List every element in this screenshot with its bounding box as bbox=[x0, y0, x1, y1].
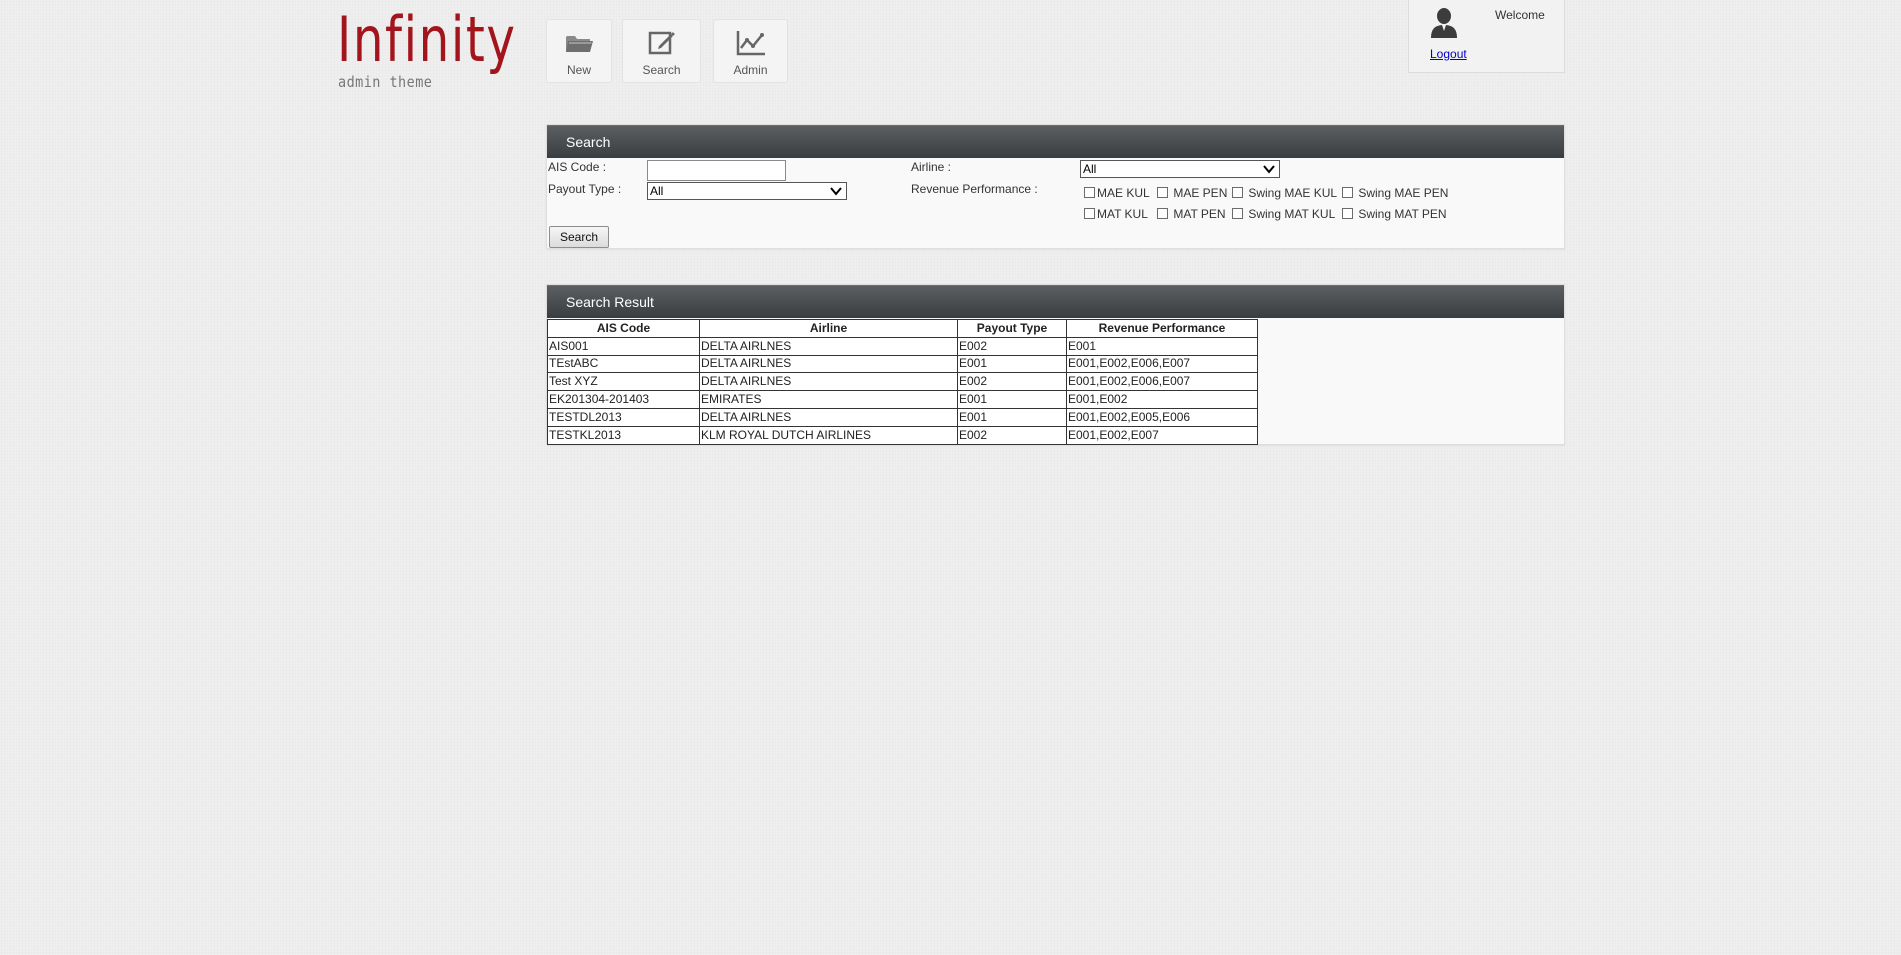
search-button[interactable]: Search bbox=[549, 226, 609, 248]
results-table: AIS Code Airline Payout Type Revenue Per… bbox=[547, 319, 1258, 445]
cell-airline: EMIRATES bbox=[699, 390, 958, 409]
checkbox-box[interactable] bbox=[1232, 187, 1243, 198]
checkbox-label: MAE KUL bbox=[1097, 186, 1150, 200]
cell-ais-code: TEstABC bbox=[547, 354, 700, 374]
cell-payout-type: E002 bbox=[957, 372, 1067, 392]
checkbox-label: Swing MAE PEN bbox=[1358, 186, 1449, 200]
nav-new-button[interactable]: New bbox=[546, 19, 612, 83]
revenue-performance-label: Revenue Performance : bbox=[911, 182, 1038, 196]
cell-revenue-performance: E001,E002,E007 bbox=[1066, 425, 1258, 445]
cell-airline: DELTA AIRLNES bbox=[699, 407, 958, 427]
cell-airline: DELTA AIRLNES bbox=[699, 336, 958, 356]
checkbox-label: Swing MAT PEN bbox=[1358, 207, 1447, 221]
column-header-airline[interactable]: Airline bbox=[699, 319, 958, 338]
checkbox-label: Swing MAT KUL bbox=[1248, 207, 1336, 221]
column-header-payout-type[interactable]: Payout Type bbox=[957, 319, 1067, 338]
cell-airline: DELTA AIRLNES bbox=[699, 372, 958, 392]
payout-type-select[interactable]: All bbox=[647, 182, 847, 200]
table-row[interactable]: EK201304-201403 EMIRATES E001 E001,E002 bbox=[547, 390, 1258, 409]
ais-code-label: AIS Code : bbox=[548, 160, 607, 174]
nav-new-label: New bbox=[566, 63, 591, 77]
cell-payout-type: E002 bbox=[957, 336, 1067, 356]
chevron-down-icon bbox=[1263, 165, 1275, 174]
checkbox-box[interactable] bbox=[1157, 208, 1168, 219]
checkbox-box[interactable] bbox=[1084, 208, 1095, 219]
table-row[interactable]: AIS001 DELTA AIRLNES E002 E001 bbox=[547, 336, 1258, 356]
cell-revenue-performance: E001,E002,E006,E007 bbox=[1066, 372, 1258, 392]
checkbox-box[interactable] bbox=[1232, 208, 1243, 219]
payout-type-selected-value: All bbox=[650, 184, 664, 198]
nav-admin-button[interactable]: Admin bbox=[713, 19, 788, 83]
table-row[interactable]: TEstABC DELTA AIRLNES E001 E001,E002,E00… bbox=[547, 354, 1258, 374]
checkbox-swing-mat-kul[interactable]: Swing MAT KUL bbox=[1232, 207, 1335, 221]
airline-label: Airline : bbox=[911, 160, 952, 174]
search-result-title: Search Result bbox=[547, 285, 1564, 318]
brand-tagline: admin theme bbox=[338, 73, 433, 91]
checkbox-label: MAT KUL bbox=[1097, 207, 1148, 221]
checkbox-mat-kul[interactable]: MAT KUL bbox=[1084, 207, 1148, 221]
checkbox-mae-pen[interactable]: MAE PEN bbox=[1157, 186, 1227, 200]
checkbox-label: MAE PEN bbox=[1173, 186, 1228, 200]
cell-revenue-performance: E001 bbox=[1066, 336, 1258, 356]
payout-type-label: Payout Type : bbox=[548, 182, 622, 196]
cell-ais-code: TESTKL2013 bbox=[547, 425, 700, 445]
cell-ais-code: EK201304-201403 bbox=[547, 390, 700, 409]
checkbox-box[interactable] bbox=[1084, 187, 1095, 198]
airline-selected-value: All bbox=[1083, 162, 1097, 176]
nav-search-label: Search bbox=[642, 63, 681, 77]
checkbox-label: MAT PEN bbox=[1173, 207, 1226, 221]
checkbox-mae-kul[interactable]: MAE KUL bbox=[1084, 186, 1150, 200]
search-result-panel: Search Result AIS Code Airline Payout Ty… bbox=[546, 284, 1565, 445]
table-row[interactable]: TESTKL2013 KLM ROYAL DUTCH AIRLINES E002… bbox=[547, 425, 1258, 445]
cell-ais-code: TESTDL2013 bbox=[547, 407, 700, 427]
checkbox-swing-mae-kul[interactable]: Swing MAE KUL bbox=[1232, 186, 1337, 200]
welcome-text: Welcome bbox=[1495, 8, 1545, 22]
cell-ais-code: Test XYZ bbox=[547, 372, 700, 392]
nav-admin-label: Admin bbox=[733, 63, 768, 77]
cell-payout-type: E001 bbox=[957, 407, 1067, 427]
checkbox-label: Swing MAE KUL bbox=[1248, 186, 1338, 200]
cell-airline: DELTA AIRLNES bbox=[699, 354, 958, 374]
brand-logo: Infinity admin theme bbox=[337, 6, 515, 92]
brand-name: Infinity bbox=[337, 3, 517, 76]
search-panel-title: Search bbox=[547, 125, 1564, 158]
cell-payout-type: E002 bbox=[957, 425, 1067, 445]
cell-payout-type: E001 bbox=[957, 390, 1067, 409]
chevron-down-icon bbox=[830, 187, 842, 196]
user-panel: Welcome Logout bbox=[1408, 0, 1565, 73]
logout-link[interactable]: Logout bbox=[1430, 47, 1467, 61]
column-header-revenue-performance[interactable]: Revenue Performance bbox=[1066, 319, 1258, 338]
nav-search-button[interactable]: Search bbox=[622, 19, 701, 83]
chart-icon bbox=[736, 31, 765, 56]
cell-revenue-performance: E001,E002 bbox=[1066, 390, 1258, 409]
cell-revenue-performance: E001,E002,E005,E006 bbox=[1066, 407, 1258, 427]
table-row[interactable]: Test XYZ DELTA AIRLNES E002 E001,E002,E0… bbox=[547, 372, 1258, 392]
airline-select[interactable]: All bbox=[1080, 160, 1280, 178]
column-header-ais-code[interactable]: AIS Code bbox=[547, 319, 700, 338]
ais-code-input[interactable] bbox=[647, 160, 786, 181]
checkbox-swing-mat-pen[interactable]: Swing MAT PEN bbox=[1342, 207, 1447, 221]
checkbox-box[interactable] bbox=[1342, 208, 1353, 219]
cell-revenue-performance: E001,E002,E006,E007 bbox=[1066, 354, 1258, 374]
user-icon bbox=[1431, 8, 1457, 38]
search-panel: Search AIS Code : Airline : All Payout T… bbox=[546, 124, 1565, 249]
checkbox-box[interactable] bbox=[1157, 187, 1168, 198]
folder-icon bbox=[566, 36, 593, 52]
cell-ais-code: AIS001 bbox=[547, 336, 700, 356]
checkbox-swing-mae-pen[interactable]: Swing MAE PEN bbox=[1342, 186, 1448, 200]
cell-airline: KLM ROYAL DUTCH AIRLINES bbox=[699, 425, 958, 445]
table-header-row: AIS Code Airline Payout Type Revenue Per… bbox=[547, 319, 1258, 338]
table-row[interactable]: TESTDL2013 DELTA AIRLNES E001 E001,E002,… bbox=[547, 407, 1258, 427]
cell-payout-type: E001 bbox=[957, 354, 1067, 374]
edit-icon bbox=[648, 31, 675, 55]
checkbox-box[interactable] bbox=[1342, 187, 1353, 198]
checkbox-mat-pen[interactable]: MAT PEN bbox=[1157, 207, 1226, 221]
